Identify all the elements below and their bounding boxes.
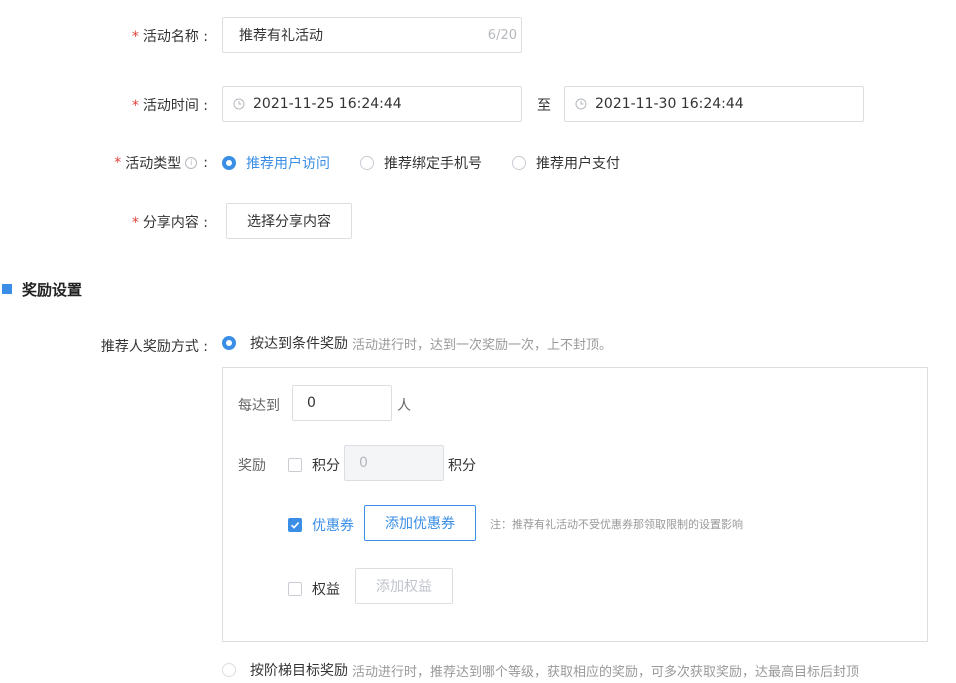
info-icon[interactable]: i: [185, 157, 198, 169]
clock-icon: [575, 98, 587, 110]
char-counter: 6/20: [487, 27, 517, 43]
activity-time-label: * 活动时间 :: [131, 98, 208, 114]
points-checkbox[interactable]: [288, 458, 302, 472]
section-marker: [2, 284, 12, 294]
reward-label: 奖励: [238, 458, 266, 474]
reward-option-tiered[interactable]: 按阶梯目标奖励 活动进行时，推荐达到哪个等级，获取相应的奖励，可多次获取奖励，达…: [222, 660, 859, 680]
rights-checkbox[interactable]: [288, 582, 302, 596]
check-icon: [290, 522, 300, 529]
coupon-option[interactable]: 优惠券: [288, 515, 354, 535]
add-coupon-button[interactable]: 添加优惠券: [364, 505, 476, 541]
points-unit: 积分: [448, 458, 476, 474]
points-input: 0: [344, 445, 444, 481]
activity-name-label: * 活动名称 :: [131, 29, 208, 45]
radio-dot[interactable]: [222, 336, 236, 350]
radio-dot[interactable]: [222, 156, 236, 170]
activity-type-label: * 活动类型 i :: [114, 155, 208, 172]
radio-bind-phone[interactable]: 推荐绑定手机号: [360, 153, 482, 173]
section-title: 奖励设置: [22, 281, 83, 299]
every-reach-label: 每达到: [238, 398, 280, 414]
coupon-checkbox[interactable]: [288, 518, 302, 532]
points-option[interactable]: 积分: [288, 455, 340, 475]
clock-icon: [233, 98, 245, 110]
select-share-content-button[interactable]: 选择分享内容: [226, 203, 352, 239]
end-time-picker[interactable]: 2021-11-30 16:24:44: [564, 86, 864, 122]
every-reach-input[interactable]: 0: [292, 385, 392, 421]
required-asterisk: *: [131, 98, 139, 114]
activity-name-value: 推荐有礼活动: [239, 28, 323, 44]
reward-option-condition[interactable]: 按达到条件奖励 活动进行时，达到一次奖励一次，上不封顶。: [222, 333, 612, 353]
required-asterisk: *: [114, 155, 122, 171]
start-time-value: 2021-11-25 16:24:44: [253, 96, 402, 112]
radio-pay[interactable]: 推荐用户支付: [512, 153, 620, 173]
end-time-value: 2021-11-30 16:24:44: [595, 96, 744, 112]
rights-option[interactable]: 权益: [288, 579, 340, 599]
range-separator: 至: [537, 98, 551, 114]
reward-mode-label: 推荐人奖励方式 :: [100, 339, 208, 355]
coupon-note: 注：推荐有礼活动不受优惠券那领取限制的设置影响: [490, 518, 743, 531]
required-asterisk: *: [131, 29, 139, 45]
start-time-picker[interactable]: 2021-11-25 16:24:44: [222, 86, 522, 122]
share-content-label: * 分享内容 :: [131, 215, 208, 231]
required-asterisk: *: [131, 215, 139, 231]
radio-visit[interactable]: 推荐用户访问: [222, 153, 330, 173]
add-rights-button: 添加权益: [355, 568, 453, 604]
activity-type-radio-group: 推荐用户访问 推荐绑定手机号 推荐用户支付: [222, 153, 620, 173]
activity-name-input[interactable]: 推荐有礼活动 6/20: [222, 17, 522, 53]
every-reach-unit: 人: [397, 398, 411, 414]
radio-dot[interactable]: [222, 663, 236, 677]
radio-dot[interactable]: [512, 156, 526, 170]
radio-dot[interactable]: [360, 156, 374, 170]
